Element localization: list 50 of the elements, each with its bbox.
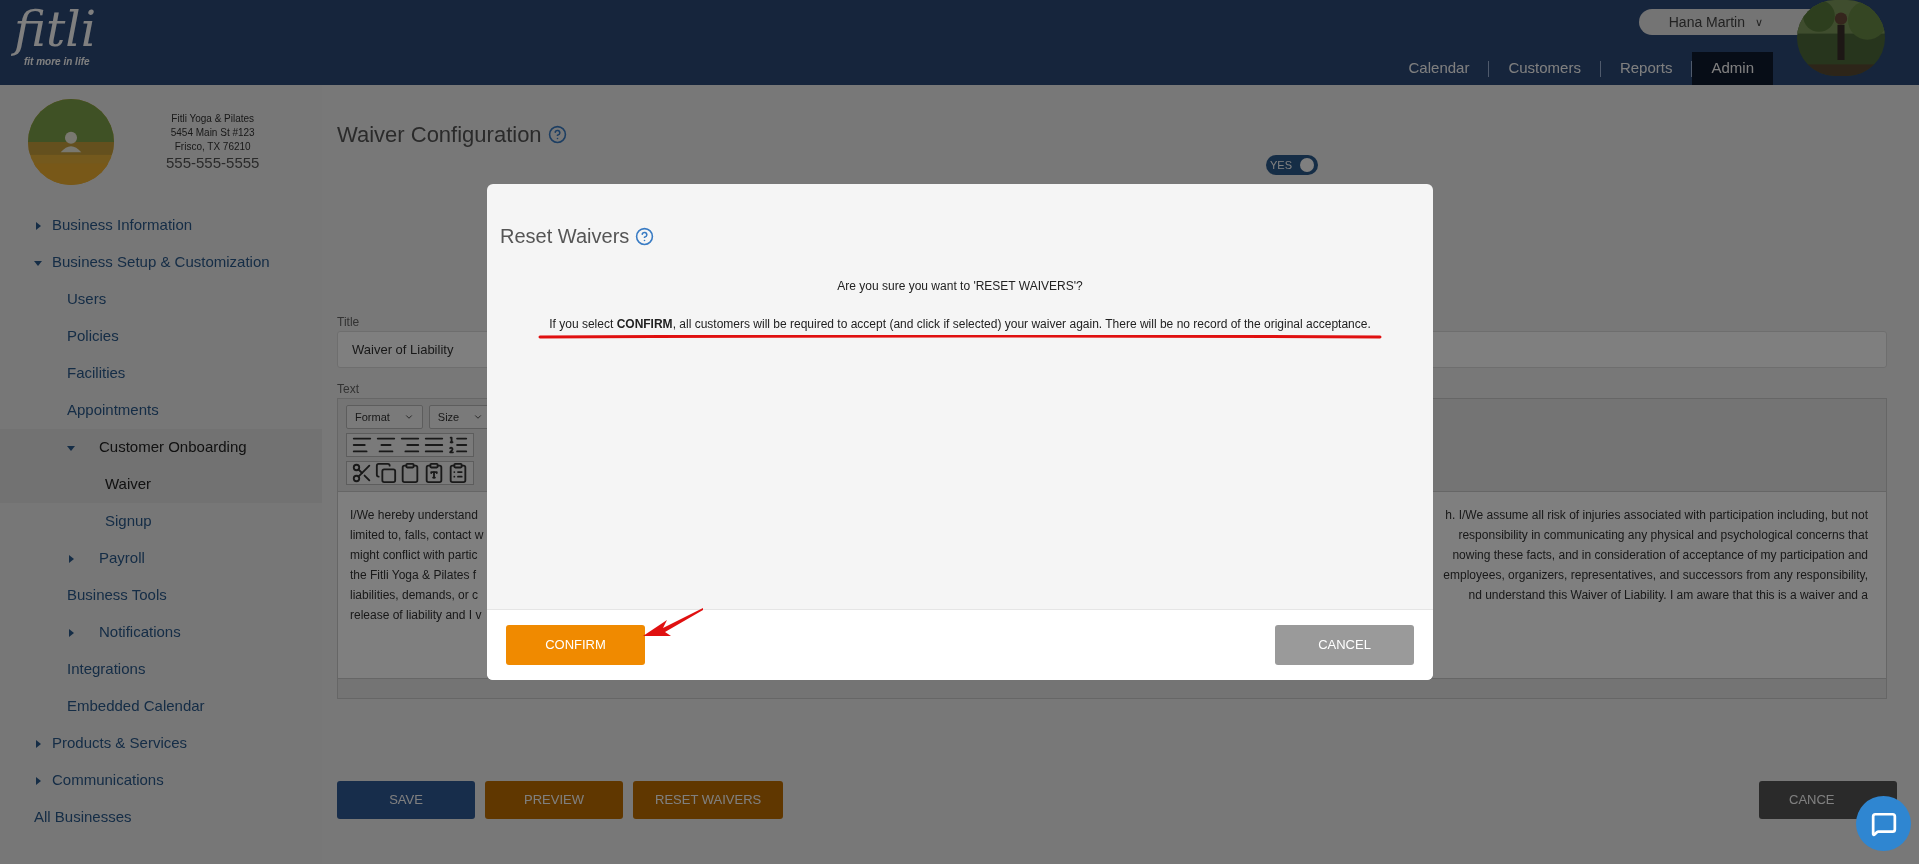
nav-tab[interactable]: Calendar (1389, 52, 1489, 85)
dialog-question: Are you sure you want to 'RESET WAIVERS'? (837, 278, 1083, 295)
action-button[interactable]: RESET WAIVERS (633, 781, 784, 819)
sidebar-item[interactable]: Users (0, 281, 322, 318)
sidebar-item[interactable]: Appointments (0, 392, 322, 429)
waiver-text: the Fitli Yoga & Pilates f (350, 567, 477, 584)
waiver-text: nd understand this Waiver of Liability. I am aware that this is a waiver and a (1468, 587, 1868, 604)
sidebar-item[interactable]: Notifications (0, 614, 322, 651)
action-button[interactable]: PREVIEW (485, 781, 623, 819)
business-phone: 555-555-5555 (166, 154, 260, 172)
waiver-text: limited to, falls, contact w (350, 527, 484, 544)
waiver-text: nowing these facts, and in consideration of acceptance of my participation and (1452, 547, 1868, 564)
sidebar-item[interactable]: Signup (0, 503, 322, 540)
sidebar-item[interactable]: Facilities (0, 355, 322, 392)
sidebar-item[interactable]: Communications (0, 762, 322, 799)
sidebar-item[interactable]: Embedded Calendar (0, 688, 322, 725)
waiver-text: release of liability and I v (350, 607, 482, 624)
waiver-text: liabilities, demands, or c (350, 587, 479, 604)
sidebar-item[interactable]: Payroll (0, 540, 322, 577)
cancel-button[interactable]: CANCEL (1275, 625, 1414, 665)
confirm-button[interactable]: CONFIRM (506, 625, 645, 665)
page-title: Waiver Configuration (337, 121, 542, 149)
business-address: 5454 Main St #123 (170, 126, 255, 140)
waiver-text: might conflict with partic (350, 547, 478, 564)
field-label: Text (337, 381, 359, 398)
logo-tagline: fit more in life (23, 56, 91, 69)
waiver-text: employees, organizers, representatives, and successors from any responsibility, (1443, 567, 1868, 584)
sidebar-item[interactable]: Integrations (0, 651, 322, 688)
sidebar-item[interactable]: Waiver (0, 466, 322, 503)
nav-tab[interactable]: Customers (1489, 52, 1600, 85)
business-name: Fitli Yoga & Pilates (171, 112, 255, 126)
sidebar-item[interactable]: Business Setup & Customization (0, 244, 322, 281)
nav-tab[interactable]: Admin (1692, 52, 1773, 85)
nav-tab[interactable]: Reports (1600, 52, 1692, 85)
field-label: Title (337, 314, 360, 331)
sidebar-item[interactable]: Products & Services (0, 725, 322, 762)
waiver-text: I/We hereby understand (350, 507, 478, 524)
waiver-text: h. I/We assume all risk of injuries associated with participation including, but not (1445, 507, 1868, 524)
sidebar-item[interactable]: Customer Onboarding (0, 429, 322, 466)
format-dropdown[interactable]: Format (346, 405, 423, 429)
toggle-switch[interactable]: YES (1266, 155, 1318, 175)
dialog-message: If you select CONFIRM, all customers will be required to accept (and click if selected) your waiver again. There will be no record of the original acceptance. (549, 316, 1371, 333)
business-address: Frisco, TX 76210 (174, 140, 251, 154)
waiver-text: responsibility in communicating any physical and psychological concerns that (1458, 527, 1868, 544)
action-button[interactable]: SAVE (337, 781, 475, 819)
dialog-title: Reset Waivers (500, 224, 630, 249)
sidebar-item[interactable]: All Businesses (0, 799, 322, 836)
sidebar-item[interactable]: Business Information (0, 207, 322, 244)
sidebar-item[interactable]: Business Tools (0, 577, 322, 614)
sidebar-item[interactable]: Policies (0, 318, 322, 355)
